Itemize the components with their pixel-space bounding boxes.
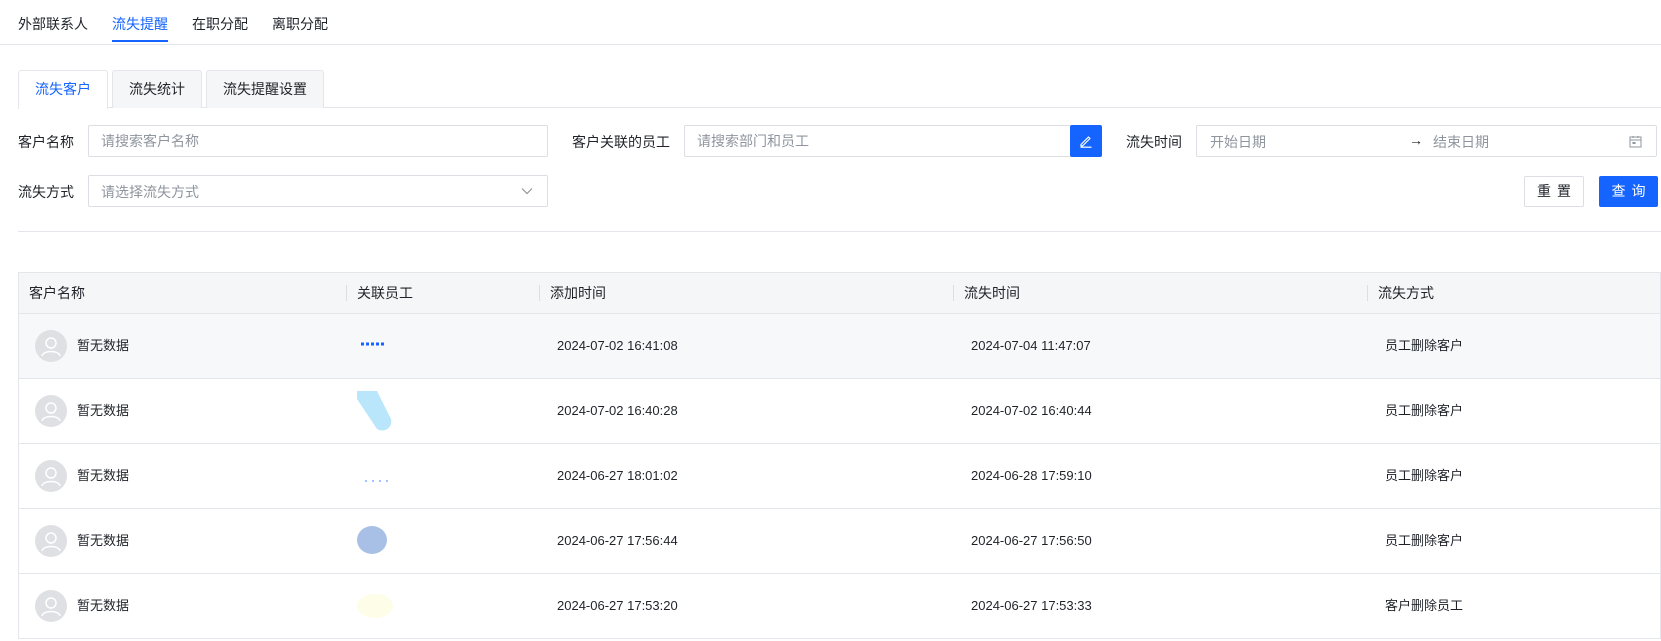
subtab-churned-customers[interactable]: 流失客户 <box>18 70 108 109</box>
customer-name-cell: 暂无数据 <box>77 598 130 613</box>
top-tab-bar: 外部联系人 流失提醒 在职分配 离职分配 <box>0 0 1661 45</box>
churn-method-placeholder: 请选择流失方式 <box>101 184 199 200</box>
churn-method-cell: 员工删除客户 <box>1385 338 1464 353</box>
start-date-input[interactable]: 开始日期 <box>1210 132 1266 152</box>
add-time-cell: 2024-06-27 17:53:20 <box>557 598 678 613</box>
churn-time-range-picker[interactable]: 开始日期 → 结束日期 <box>1196 125 1657 157</box>
user-avatar-icon <box>35 460 67 492</box>
column-divider <box>1367 285 1368 301</box>
churn-method-cell: 员工删除客户 <box>1385 403 1464 418</box>
range-separator-icon: → <box>1409 132 1423 148</box>
col-churn-method: 流失方式 <box>1378 285 1434 301</box>
tab-external-contacts[interactable]: 外部联系人 <box>18 14 88 34</box>
table-row[interactable]: 暂无数据 2024-06-27 17:56:44 2024-06-27 17:5… <box>19 509 1660 574</box>
churn-method-select[interactable]: 请选择流失方式 <box>88 175 548 207</box>
add-time-cell: 2024-06-27 18:01:02 <box>557 468 678 483</box>
customer-name-input[interactable] <box>89 126 547 156</box>
churn-time-cell: 2024-07-02 16:40:44 <box>971 403 1092 418</box>
col-customer-name: 客户名称 <box>29 285 85 301</box>
employee-avatar-redacted <box>357 391 392 431</box>
customer-name-cell: 暂无数据 <box>77 403 130 418</box>
churn-time-cell: 2024-07-04 11:47:07 <box>971 338 1091 353</box>
calendar-icon <box>1629 136 1642 148</box>
employee-avatar-redacted <box>357 594 393 618</box>
table-row[interactable]: 暂无数据 2024-06-27 18:01:02 2024-06-28 17:5… <box>19 444 1660 509</box>
user-avatar-icon <box>35 525 67 557</box>
tab-on-job-assignment[interactable]: 在职分配 <box>192 14 248 34</box>
pencil-icon <box>1080 136 1092 148</box>
end-date-input[interactable]: 结束日期 <box>1433 132 1489 152</box>
churn-method-cell: 客户删除员工 <box>1385 598 1464 613</box>
customer-name-cell: 暂无数据 <box>77 533 130 548</box>
reset-button[interactable]: 重置 <box>1524 176 1584 207</box>
churn-time-cell: 2024-06-28 17:59:10 <box>971 468 1092 483</box>
select-employee-button[interactable] <box>1070 125 1102 157</box>
col-add-time: 添加时间 <box>550 285 606 301</box>
column-divider <box>953 285 954 301</box>
table-row[interactable]: 暂无数据 2024-07-02 16:41:08 2024-07-04 11:4… <box>19 314 1660 379</box>
user-avatar-icon <box>35 590 67 622</box>
user-avatar-icon <box>35 330 67 362</box>
col-churn-time: 流失时间 <box>964 285 1020 301</box>
table-row[interactable]: 暂无数据 2024-06-27 17:53:20 2024-06-27 17:5… <box>19 574 1660 639</box>
column-divider <box>539 285 540 301</box>
active-tab-indicator <box>112 40 168 42</box>
chevron-down-icon <box>521 188 533 195</box>
churned-customers-table: 客户名称 关联员工 添加时间 流失时间 流失方式 暂无数据 2024-07-02… <box>18 272 1661 639</box>
employee-field <box>684 125 1071 157</box>
customer-name-cell: 暂无数据 <box>77 338 130 353</box>
table-row[interactable]: 暂无数据 2024-07-02 16:40:28 2024-07-02 16:4… <box>19 379 1660 444</box>
user-avatar-icon <box>35 395 67 427</box>
churn-method-label: 流失方式 <box>18 184 74 200</box>
query-button[interactable]: 查询 <box>1599 176 1658 207</box>
employee-search-input[interactable] <box>685 126 1071 156</box>
tab-churn-reminder[interactable]: 流失提醒 <box>112 14 168 34</box>
churn-time-cell: 2024-06-27 17:56:50 <box>971 533 1092 548</box>
customer-name-label: 客户名称 <box>18 134 74 150</box>
col-employee: 关联员工 <box>357 285 413 301</box>
churn-time-label: 流失时间 <box>1126 134 1182 150</box>
churn-method-cell: 员工删除客户 <box>1385 533 1464 548</box>
table-header: 客户名称 关联员工 添加时间 流失时间 流失方式 <box>19 273 1660 314</box>
employee-avatar-redacted <box>357 526 387 554</box>
filter-divider <box>18 231 1661 232</box>
subtab-churn-reminder-settings[interactable]: 流失提醒设置 <box>206 70 324 108</box>
churn-method-cell: 员工删除客户 <box>1385 468 1464 483</box>
subtab-churn-stats[interactable]: 流失统计 <box>112 70 202 108</box>
column-divider <box>346 285 347 301</box>
tab-resigned-assignment[interactable]: 离职分配 <box>272 14 328 34</box>
customer-name-cell: 暂无数据 <box>77 468 130 483</box>
employee-avatar-redacted <box>365 480 389 482</box>
churn-time-cell: 2024-06-27 17:53:33 <box>971 598 1092 613</box>
customer-name-field <box>88 125 548 157</box>
employee-label: 客户关联的员工 <box>572 134 670 150</box>
employee-avatar-redacted <box>361 342 384 346</box>
add-time-cell: 2024-06-27 17:56:44 <box>557 533 678 548</box>
add-time-cell: 2024-07-02 16:40:28 <box>557 403 678 418</box>
add-time-cell: 2024-07-02 16:41:08 <box>557 338 678 353</box>
